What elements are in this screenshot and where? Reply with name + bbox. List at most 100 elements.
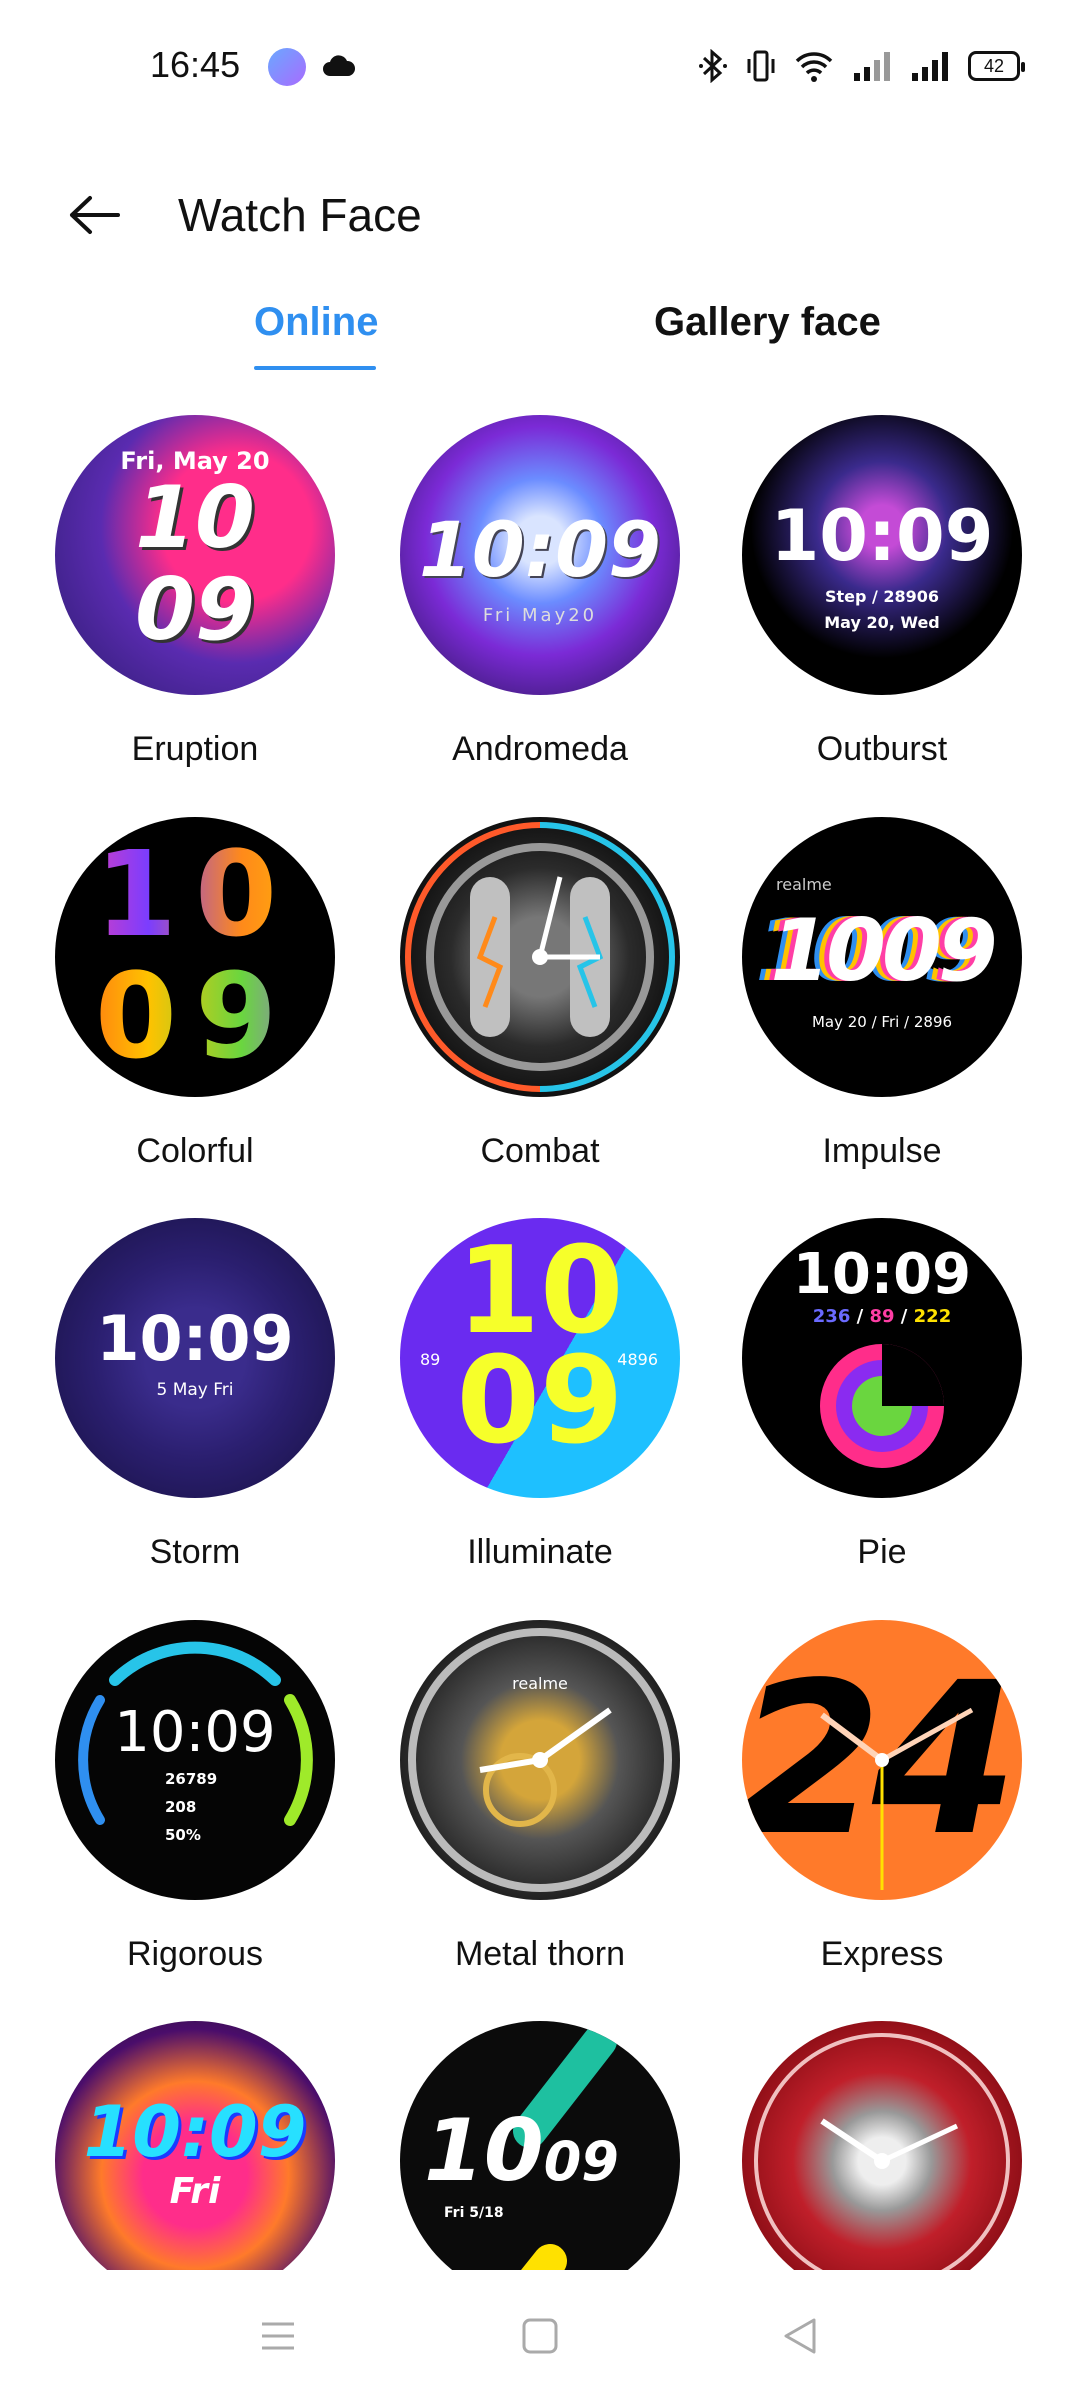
watch-face-card-metal-thorn[interactable]: realme Metal thorn (370, 1615, 710, 2015)
face-brand: realme (512, 1674, 568, 1693)
watch-face-card-express[interactable]: 24 Express (712, 1615, 1052, 2015)
face-battery: 50% (165, 1826, 201, 1844)
face-date: 5 May Fri (156, 1380, 234, 1400)
status-time: 16:45 (150, 44, 241, 85)
watch-face-card-colorful[interactable]: 10 09 Colorful (25, 812, 365, 1212)
watch-face-card-pie[interactable]: 10:09 236 / 89 / 222 Pie (712, 1213, 1052, 1613)
face-stat-a: 236 (812, 1306, 851, 1327)
back-button[interactable] (56, 182, 132, 248)
watch-face-preview: 10:09 26789 208 50% (55, 1620, 335, 1900)
watch-face-preview: 1009 Fri 5/18 (400, 2021, 680, 2270)
express-hands-art (820, 1707, 974, 1890)
menu-icon (262, 2322, 294, 2350)
watch-face-card-andromeda[interactable]: 10:09 Fri May20 Andromeda (370, 410, 710, 810)
menu-button[interactable] (248, 2306, 308, 2366)
cloud-icon (323, 55, 356, 76)
watch-face-card[interactable] (712, 2016, 1052, 2270)
face-time: 10:09 (114, 1700, 276, 1765)
status-bar: 16:45 42 (0, 0, 1080, 120)
face-time: 10:09 (770, 495, 994, 577)
watch-face-preview: 10 09 (55, 817, 335, 1097)
back-nav-button[interactable] (770, 2306, 830, 2366)
face-stats: 236 / 89 / 222 (812, 1306, 952, 1327)
watch-face-name: Illuminate (467, 1533, 613, 1571)
home-square-icon (522, 2318, 558, 2354)
watch-face-preview (742, 2021, 1022, 2270)
wifi-icon (795, 52, 833, 82)
watch-face-preview: 10:09 Fri May20 (400, 415, 680, 695)
face-time: 10:09 (419, 505, 661, 594)
watch-face-card-rigorous[interactable]: 10:09 26789 208 50% Rigorous (25, 1615, 365, 2015)
watch-face-preview: 10:09 Step / 28906 May 20, Wed (742, 415, 1022, 695)
watch-face-name: Outburst (816, 730, 948, 768)
watch-face-card-outburst[interactable]: 10:09 Step / 28906 May 20, Wed Outburst (712, 410, 1052, 810)
home-button[interactable] (510, 2306, 570, 2366)
skeleton-art (754, 2033, 1010, 2270)
tab-indicator (254, 366, 376, 370)
face-time: 10:09 (792, 1242, 972, 1307)
app-badge-icon (268, 48, 306, 86)
face-stat-c: 222 (913, 1306, 952, 1327)
status-icons: 42 (698, 46, 1025, 86)
face-date: Fri May20 (482, 605, 598, 626)
battery-level: 42 (983, 56, 1005, 76)
face-minute: 09 (135, 560, 255, 660)
tab-online[interactable]: Online (254, 300, 378, 345)
face-minute: 09 (55, 957, 335, 1075)
vibrate-icon (747, 50, 775, 82)
tab-gallery-face[interactable]: Gallery face (654, 300, 881, 345)
signal-icon (912, 52, 948, 81)
watch-face-name: Colorful (136, 1132, 254, 1170)
face-date: May 20, Wed (824, 613, 940, 632)
watch-face-name: Metal thorn (454, 1935, 626, 1973)
tab-bar: Online Gallery face (0, 300, 1080, 380)
face-hour: 10 (55, 835, 335, 953)
back-triangle-icon (784, 2318, 816, 2354)
face-steps: 26789 (165, 1770, 218, 1788)
signal-icon (854, 52, 890, 81)
watch-face-card-combat[interactable]: Combat (370, 812, 710, 1212)
watch-face-name: Pie (857, 1533, 907, 1571)
face-hour: 10 (424, 2101, 544, 2201)
face-heart-rate: 208 (165, 1798, 197, 1816)
watch-face-preview: 10:09 Fri (55, 2021, 335, 2270)
arrow-left-icon (70, 196, 120, 234)
watch-face-card[interactable]: 10:09 Fri (25, 2016, 365, 2270)
watch-face-card[interactable]: 1009 Fri 5/18 (370, 2016, 710, 2270)
watch-face-card-storm[interactable]: 10:09 5 May Fri Storm (25, 1213, 365, 1613)
watch-face-name: Andromeda (452, 730, 628, 768)
watch-face-name: Eruption (131, 730, 259, 768)
face-stat-b: 89 (869, 1306, 895, 1327)
face-hour: 10 (135, 468, 255, 568)
watch-face-card-impulse[interactable]: realme 1009 May 20 / Fri / 2896 Impulse (712, 812, 1052, 1212)
watch-face-name: Combat (480, 1132, 600, 1170)
watch-face-name: Express (820, 1935, 944, 1973)
face-date: Fri 5/18 (444, 2205, 504, 2221)
face-time: 1009 (770, 901, 997, 1001)
watch-face-preview: realme 1009 May 20 / Fri / 2896 (742, 817, 1022, 1097)
face-time: 10:09 (83, 2091, 307, 2173)
watch-face-preview: 10 09 89 4896 (400, 1218, 680, 1498)
watch-face-preview (400, 817, 680, 1097)
watch-face-card-eruption[interactable]: Fri, May 20 10 09 Eruption (25, 410, 365, 810)
watch-face-preview: 10:09 236 / 89 / 222 (742, 1218, 1022, 1498)
pie-rings-art (820, 1344, 944, 1468)
face-time: 10:09 (96, 1302, 294, 1375)
watch-face-name: Rigorous (126, 1935, 264, 1973)
watch-face-preview: realme (400, 1620, 680, 1900)
metal-thorn-art (408, 1628, 672, 1892)
watch-face-name: Impulse (822, 1132, 942, 1170)
face-info: May 20 / Fri / 2896 (811, 1013, 953, 1031)
watch-face-grid: Fri, May 20 10 09 Eruption 10:09 Fri May… (0, 410, 1080, 2270)
face-right-stat: 4896 (617, 1350, 658, 1369)
face-brand: realme (776, 875, 832, 894)
face-time-group: 1009 (424, 2101, 680, 2201)
page-title: Watch Face (178, 189, 422, 241)
combat-dial-art (405, 822, 675, 1092)
watch-face-name: Storm (149, 1533, 241, 1571)
face-day: Fri (169, 2171, 221, 2212)
watch-face-preview: 10:09 5 May Fri (55, 1218, 335, 1498)
face-minute: 09 (543, 2130, 619, 2193)
bluetooth-icon (699, 49, 727, 83)
watch-face-card-illuminate[interactable]: 10 09 89 4896 Illuminate (370, 1213, 710, 1613)
